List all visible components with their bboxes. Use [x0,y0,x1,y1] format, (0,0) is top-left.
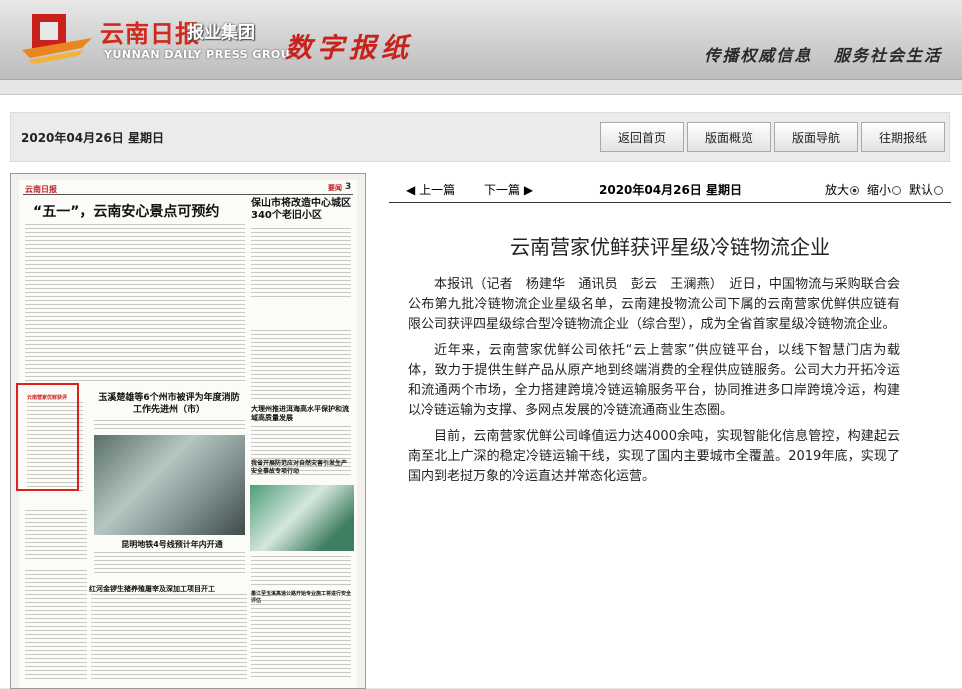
thumb-headline-main[interactable]: “五一”，云南安心景点可预约 [33,201,243,221]
home-button[interactable]: 返回首页 [600,122,684,152]
right-arrow-icon: ▶ [523,183,534,197]
header-slogan: 传播权威信息 服务社会生活 [704,46,942,65]
thumb-text-block [91,594,247,680]
date-bar: 2020年04月26日 星期日 返回首页 版面概览 版面导航 往期报纸 [10,112,950,162]
article-paragraph: 目前，云南营家优鲜公司峰值运力达4000余吨，实现智能化信息管控，构建起云南至北… [408,429,900,484]
thumb-headline-right[interactable]: 保山市将改造中心城区340个老旧小区 [251,198,351,222]
article-title: 云南营家优鲜获评星级冷链物流企业 [510,235,830,259]
article-date: 2020年04月26日 星期日 [599,183,742,197]
thumb-text-block [251,330,351,400]
zoom-default-radio-icon[interactable] [934,186,943,195]
site-title: 数字报纸 [285,33,413,64]
logo-group-text: 报业集团 [187,23,255,43]
site-header: 云南日报 报业集团 YUNNAN DAILY PRESS GROUP 数字报纸 … [0,0,962,80]
thumb-text-block [94,552,245,576]
past-issues-button[interactable]: 往期报纸 [861,122,945,152]
next-article-label: 下一篇 [484,183,521,197]
article-toolbar: ◀ 上一篇 下一篇 ▶ 2020年04月26日 星期日 放大 缩小 默认 [389,175,951,203]
prev-article-link[interactable]: ◀ 上一篇 [406,181,455,198]
thumb-text-block [25,570,87,680]
thumb-text-block [251,600,351,680]
zoom-in-radio-icon[interactable] [849,186,859,195]
page-navigation-button[interactable]: 版面导航 [774,122,858,152]
thumb-text-block [94,420,245,432]
thumb-headline-safety[interactable]: 我省开展防范应对自然灾害引发生产安全事故专项行动 [251,460,351,476]
zoom-out-radio-icon[interactable] [891,186,901,195]
thumb-text-block [251,228,351,300]
issue-date: 2020年04月26日 星期日 [21,131,164,145]
thumb-headline-mid[interactable]: 玉溪楚雄等6个州市被评为年度消防工作先进州（市） [94,392,244,416]
prev-article-label: 上一篇 [419,183,456,197]
thumb-text-block [25,510,87,560]
article-body: 本报讯（记者 杨建华 通讯员 彭云 王澜燕） 近日，中国物流与采购联合会公布第九… [408,275,900,493]
logo-english: YUNNAN DAILY PRESS GROUP [104,48,299,61]
thumb-rule [23,194,353,195]
left-arrow-icon: ◀ [406,183,416,197]
thumb-photo-factory [250,485,354,551]
thumb-photo-metro [94,435,245,535]
thumb-headline-metro[interactable]: 昆明地铁4号线预计年内开通 [97,539,247,550]
thumb-text-block [25,224,245,384]
article-paragraph: 近年来，云南营家优鲜公司依托“云上营家”供应链平台，以线下智慧门店为载体，致力于… [408,343,900,418]
article-paragraph: 本报讯（记者 杨建华 通讯员 彭云 王澜燕） 近日，中国物流与采购联合会公布第九… [408,277,900,332]
thumb-headline-pig[interactable]: 红河金锣生猪养殖屠宰及深加工项目开工 [89,584,249,594]
newspaper-page-thumbnail[interactable]: 云南日报 要闻 3 “五一”，云南安心景点可预约 保山市将改造中心城区340个老… [10,173,366,689]
top-nav: 返回首页 版面概览 版面导航 往期报纸 [597,122,945,152]
zoom-out-label: 缩小 [866,183,891,197]
zoom-default-option[interactable]: 默认 [909,181,943,198]
press-group-logo-icon [22,14,92,64]
zoom-controls: 放大 缩小 默认 [825,181,943,198]
thumb-page-number: 3 [345,182,352,192]
zoom-in-label: 放大 [824,183,849,197]
article-highlight-box[interactable] [16,383,79,491]
thumb-headline-dali[interactable]: 大理州推进洱海高水平保护和流域高质量发展 [251,405,351,423]
logo-chinese: 云南日报 [100,19,200,48]
zoom-default-label: 默认 [908,183,933,197]
next-article-link[interactable]: 下一篇 ▶ [484,181,533,198]
page-overview-button[interactable]: 版面概览 [687,122,771,152]
thumb-text-block [251,556,351,586]
thumb-section: 要闻 [328,184,342,192]
content-panel: 2020年04月26日 星期日 返回首页 版面概览 版面导航 往期报纸 云南日报… [0,94,962,689]
zoom-in-option[interactable]: 放大 [825,181,859,198]
zoom-out-option[interactable]: 缩小 [867,181,901,198]
